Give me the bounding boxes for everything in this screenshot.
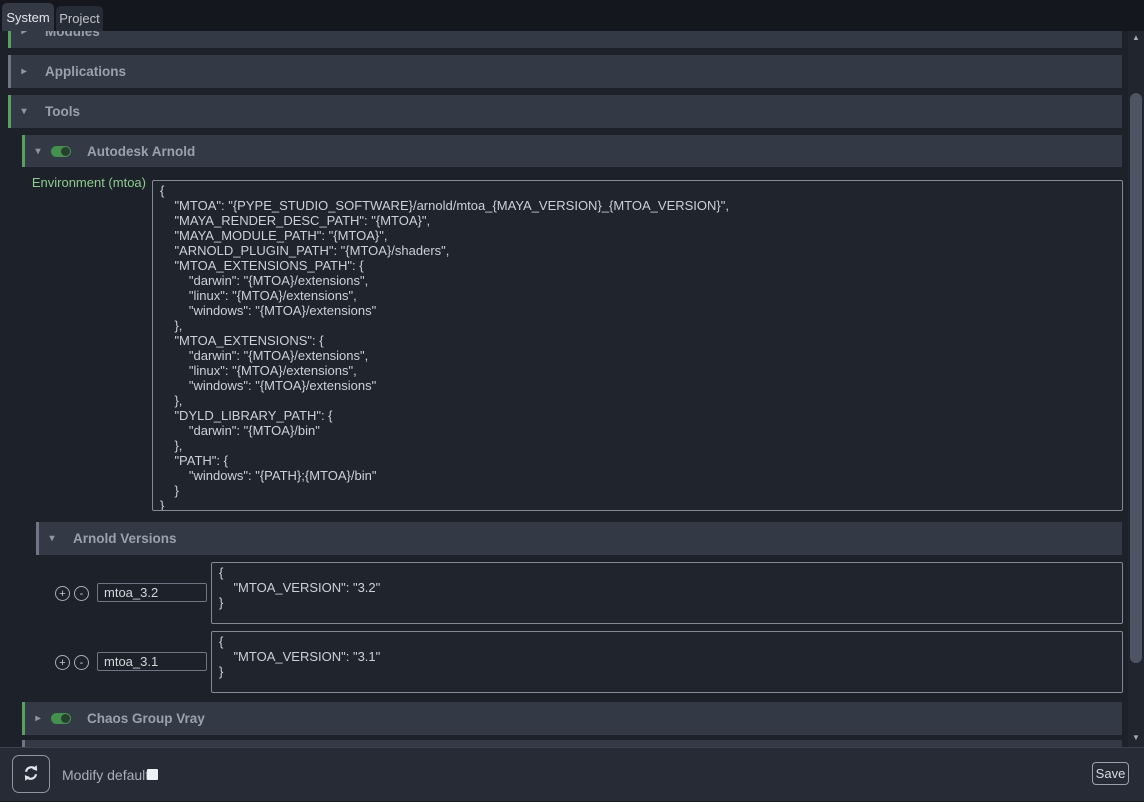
version-json-textarea[interactable]: { "MTOA_VERSION": "3.2" } [211, 562, 1123, 624]
remove-version-button[interactable]: - [74, 655, 89, 670]
tab-system[interactable]: System [2, 3, 54, 31]
section-title: Arnold Versions [73, 531, 177, 546]
footer-toolbar: Modify defaults Save [0, 747, 1144, 801]
collapse-arrow-icon: ▸ [17, 66, 31, 77]
version-json-textarea[interactable]: { "MTOA_VERSION": "3.1" } [211, 631, 1123, 693]
add-version-button[interactable]: + [55, 655, 70, 670]
collapse-arrow-icon: ▸ [31, 713, 45, 724]
settings-window: System Project ▸ Modules ▸ Applications … [0, 0, 1144, 801]
scroll-down-icon[interactable]: ▼ [1128, 731, 1144, 745]
section-title: Applications [45, 64, 126, 79]
section-header-tools[interactable]: ▾ Tools [8, 95, 1122, 128]
section-title: Modules [45, 31, 100, 39]
environment-mtoa-textarea[interactable]: { "MTOA": "{PYPE_STUDIO_SOFTWARE}/arnold… [152, 180, 1123, 511]
scrollbar-thumb[interactable] [1130, 93, 1142, 663]
environment-mtoa-label: Environment (mtoa) [10, 175, 146, 190]
add-version-button[interactable]: + [55, 586, 70, 601]
settings-scroll-area: ▸ Modules ▸ Applications ▾ Tools ▾ Autod… [0, 31, 1128, 747]
refresh-icon [21, 763, 41, 786]
modify-defaults-checkbox[interactable] [147, 769, 158, 780]
section-header-autodesk-arnold[interactable]: ▾ Autodesk Arnold [22, 135, 1122, 167]
collapse-arrow-icon: ▾ [31, 146, 45, 157]
vray-enabled-toggle[interactable] [51, 713, 71, 724]
section-header-chaos-group-vray[interactable]: ▸ Chaos Group Vray [22, 702, 1122, 735]
remove-version-button[interactable]: - [74, 586, 89, 601]
version-name-input[interactable] [97, 652, 207, 671]
modify-defaults-label: Modify defaults [62, 748, 156, 802]
section-header-partial[interactable] [22, 740, 1122, 747]
save-button[interactable]: Save [1092, 762, 1129, 785]
collapse-arrow-icon: ▾ [17, 106, 31, 117]
tab-project[interactable]: Project [56, 6, 103, 31]
scroll-up-icon[interactable]: ▲ [1128, 31, 1144, 45]
section-header-applications[interactable]: ▸ Applications [8, 55, 1122, 88]
collapse-arrow-icon: ▾ [45, 533, 59, 544]
refresh-button[interactable] [12, 755, 50, 793]
section-title: Tools [45, 104, 80, 119]
collapse-arrow-icon: ▸ [17, 31, 31, 37]
version-name-input[interactable] [97, 583, 207, 602]
arnold-enabled-toggle[interactable] [51, 146, 71, 157]
section-title: Chaos Group Vray [87, 711, 205, 726]
tab-bar: System Project [0, 0, 1144, 31]
section-header-modules[interactable]: ▸ Modules [8, 31, 1122, 48]
vertical-scrollbar[interactable]: ▲ ▼ [1128, 31, 1144, 747]
section-header-arnold-versions[interactable]: ▾ Arnold Versions [36, 522, 1122, 555]
section-title: Autodesk Arnold [87, 144, 195, 159]
